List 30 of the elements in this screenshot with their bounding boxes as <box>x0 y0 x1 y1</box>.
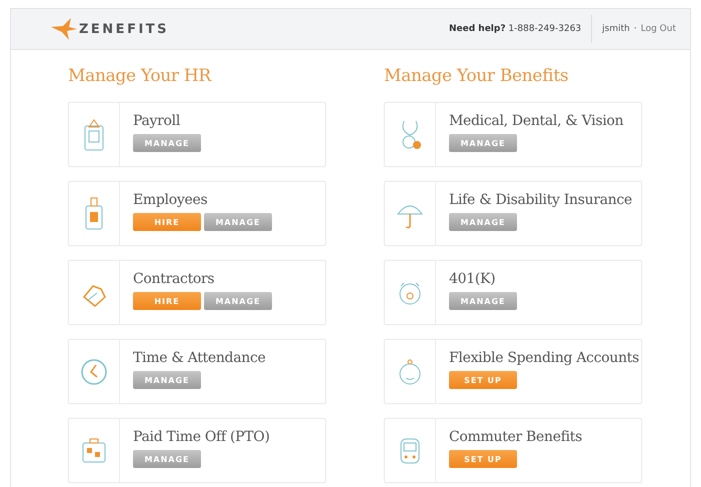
action-button[interactable]: SET UP <box>449 371 517 389</box>
card-title: 401(K) <box>449 271 496 287</box>
manage-button[interactable]: MANAGE <box>133 371 201 389</box>
section-heading: Manage Your Benefits <box>384 66 570 86</box>
manage-button[interactable]: MANAGE <box>449 213 517 231</box>
logo-text: ZENEFITS <box>79 22 170 36</box>
action-button[interactable]: HIRE <box>133 292 201 310</box>
card-title: Contractors <box>133 271 216 287</box>
manage-button[interactable]: MANAGE <box>204 213 272 231</box>
card-title: Paid Time Off (PTO) <box>133 429 270 445</box>
card-title: Time & Attendance <box>133 350 266 366</box>
manage-button[interactable]: MANAGE <box>133 134 201 152</box>
card-title: Payroll <box>133 113 182 129</box>
help-phone: Need help? 1-888-249-3263 <box>448 24 582 34</box>
card-title: Commuter Benefits <box>449 429 582 445</box>
username: jsmith <box>602 24 630 34</box>
logout-link[interactable]: Log Out <box>640 24 676 34</box>
separator: · <box>634 24 637 34</box>
manage-button[interactable]: MANAGE <box>449 292 517 310</box>
card-title: Medical, Dental, & Vision <box>449 113 624 129</box>
card-title: Life & Disability Insurance <box>449 192 632 208</box>
section-heading: Manage Your HR <box>68 66 213 86</box>
card-title: Employees <box>133 192 208 208</box>
card-title: Flexible Spending Accounts <box>449 350 640 366</box>
manage-button[interactable]: MANAGE <box>133 450 201 468</box>
action-button[interactable]: SET UP <box>449 450 517 468</box>
manage-button[interactable]: MANAGE <box>204 292 272 310</box>
manage-button[interactable]: MANAGE <box>449 134 517 152</box>
bird-logo-icon <box>49 17 79 41</box>
action-button[interactable]: HIRE <box>133 213 201 231</box>
